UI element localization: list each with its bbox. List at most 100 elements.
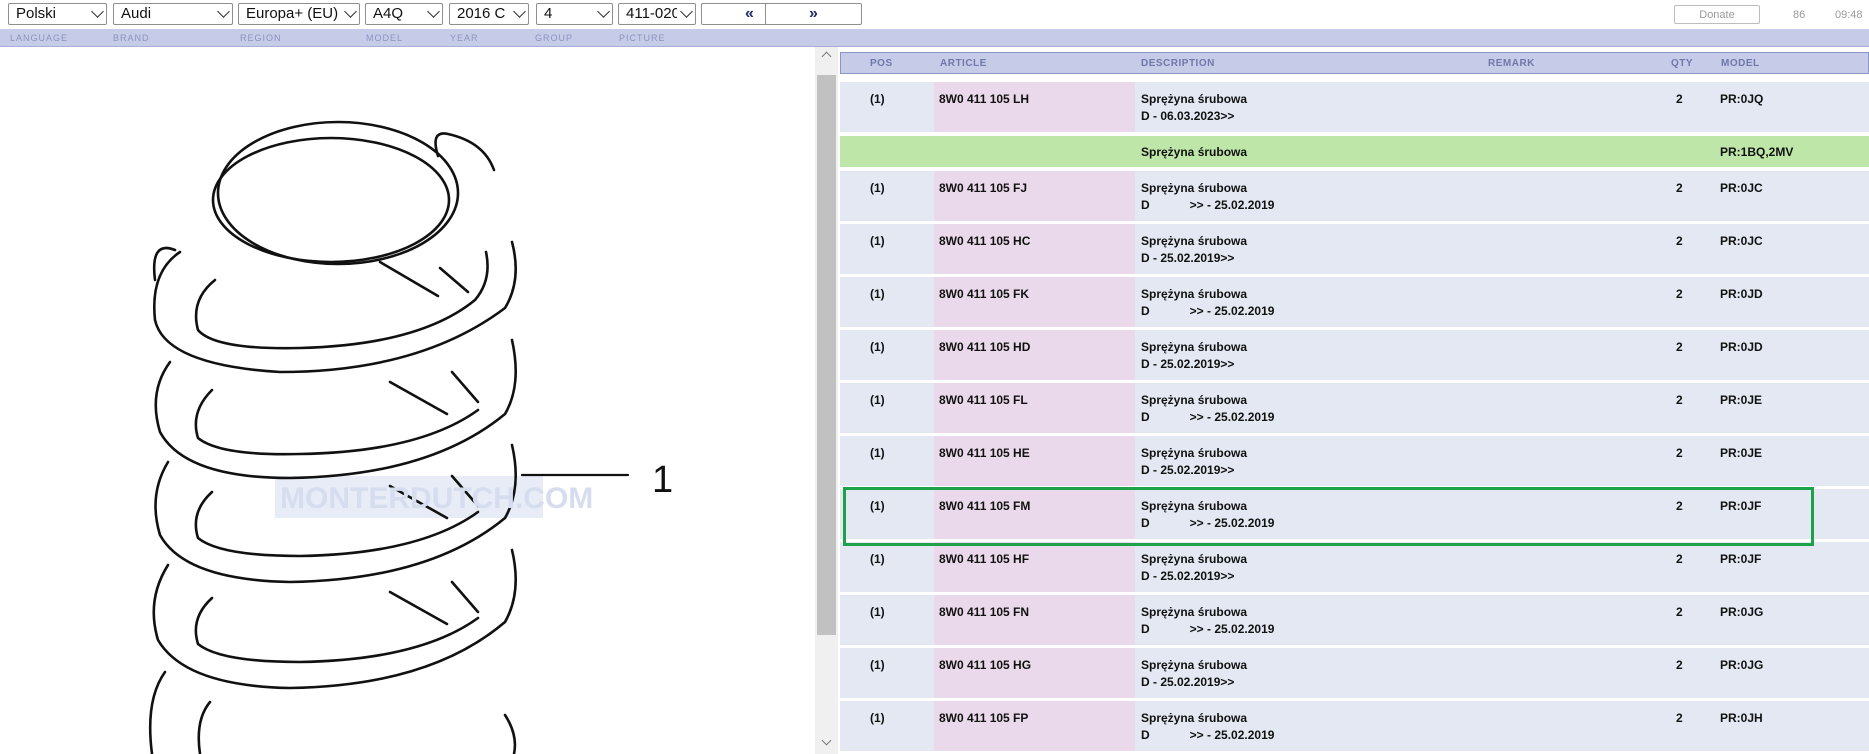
row-qty: 2 [1676,552,1683,566]
table-row[interactable]: (1) 8W0 411 105 HD Sprężyna śrubowa D - … [840,330,1869,380]
row-description-date: D >> - 25.02.2019 [1141,728,1275,742]
parts-table: POS ARTICLE DESCRIPTION REMARK QTY MODEL… [840,52,1869,754]
row-qty: 2 [1676,393,1683,407]
drawing-scrollbar[interactable] [815,47,838,754]
table-row[interactable]: (1) 8W0 411 105 HC Sprężyna śrubowa D - … [840,224,1869,274]
article-cell-bg [934,648,1135,698]
donate-button[interactable]: Donate [1674,5,1760,24]
brand-select[interactable]: Audi [113,3,233,25]
chevron-down-icon [513,5,526,18]
watermark-text: MONTERDUTCH.COM [280,482,593,515]
part-drawing: 1 MONTERDUTCH.COM [0,47,815,754]
row-model: PR:0JE [1720,393,1763,407]
table-row[interactable]: (1) 8W0 411 105 FP Sprężyna śrubowa D >>… [840,701,1869,751]
group-select-value: 4 [544,5,553,22]
year-select[interactable]: 2016 C [449,3,529,25]
language-select[interactable]: Polski [8,3,107,25]
picture-select[interactable]: 411-020 [618,3,696,25]
scroll-down-icon[interactable] [821,735,832,746]
scroll-up-icon[interactable] [821,51,832,62]
row-description-date: D - 25.02.2019>> [1141,675,1235,689]
header-qty: QTY [1671,58,1694,69]
row-model: PR:0JE [1720,446,1763,460]
table-row[interactable]: (1) 8W0 411 105 HE Sprężyna śrubowa D - … [840,436,1869,486]
row-pos: (1) [870,92,885,106]
row-model: PR:1BQ,2MV [1720,145,1794,159]
row-qty: 2 [1676,446,1683,460]
article-cell-bg [934,224,1135,274]
row-article[interactable]: 8W0 411 105 HE [939,446,1030,460]
chevron-down-icon [427,5,440,18]
row-description: Sprężyna śrubowa [1141,287,1248,301]
table-row[interactable]: (1) 8W0 411 105 FN Sprężyna śrubowa D >>… [840,595,1869,645]
row-description-date: D - 25.02.2019>> [1141,251,1235,265]
row-article[interactable]: 8W0 411 105 FP [939,711,1028,725]
row-pos: (1) [870,552,885,566]
article-cell-bg [934,330,1135,380]
next-picture-button[interactable]: » [765,3,862,25]
row-pos: (1) [870,393,885,407]
table-header: POS ARTICLE DESCRIPTION REMARK QTY MODEL [840,52,1869,74]
row-description-date: D - 25.02.2019>> [1141,463,1235,477]
clock: 09:48 [1835,9,1863,21]
row-qty: 2 [1676,340,1683,354]
coil-spring-illustration: 1 MONTERDUTCH.COM [148,120,673,754]
article-cell-bg [934,542,1135,592]
region-label: REGION [240,33,282,43]
chevron-down-icon [217,5,230,18]
row-description-date: D - 25.02.2019>> [1141,357,1235,371]
row-qty: 2 [1676,605,1683,619]
selector-labels: LANGUAGE BRAND REGION MODEL YEAR GROUP P… [0,29,1869,47]
row-article[interactable]: 8W0 411 105 FN [939,605,1029,619]
row-article[interactable]: 8W0 411 105 FL [939,393,1028,407]
row-model: PR:0JC [1720,181,1763,195]
region-select[interactable]: Europa+ (EU) [238,3,360,25]
table-row-group[interactable]: Sprężyna śrubowa PR:1BQ,2MV [840,136,1869,167]
row-article[interactable]: 8W0 411 105 FK [939,287,1029,301]
picture-select-value: 411-020 [626,5,677,22]
year-select-value: 2016 C [457,5,506,22]
row-article[interactable]: 8W0 411 105 HF [939,552,1029,566]
table-row[interactable]: (1) 8W0 411 105 FL Sprężyna śrubowa D >>… [840,383,1869,433]
brand-select-value: Audi [121,5,152,22]
table-row[interactable]: (1) 8W0 411 105 HG Sprężyna śrubowa D - … [840,648,1869,698]
scrollbar-thumb[interactable] [817,75,836,635]
year-label: YEAR [450,33,479,43]
row-pos: (1) [870,446,885,460]
article-cell-bg [934,595,1135,645]
chevron-down-icon [597,5,610,18]
article-cell-bg [934,383,1135,433]
brand-label: BRAND [113,33,150,43]
article-cell-bg [934,277,1135,327]
row-description: Sprężyna śrubowa [1141,393,1248,407]
article-cell-bg [934,436,1135,486]
row-model: PR:0JQ [1720,92,1764,106]
table-row[interactable]: (1) 8W0 411 105 LH Sprężyna śrubowa D - … [840,82,1869,132]
table-row[interactable]: (1) 8W0 411 105 HF Sprężyna śrubowa D - … [840,542,1869,592]
row-article[interactable]: 8W0 411 105 HG [939,658,1031,672]
region-select-value: Europa+ (EU) [246,5,339,22]
group-select[interactable]: 4 [536,3,613,25]
row-pos: (1) [870,287,885,301]
row-pos: (1) [870,711,885,725]
language-select-value: Polski [16,5,57,22]
row-article[interactable]: 8W0 411 105 HD [939,340,1030,354]
row-article[interactable]: 8W0 411 105 HC [939,234,1030,248]
row-article[interactable]: 8W0 411 105 FJ [939,181,1027,195]
table-row[interactable]: (1) 8W0 411 105 FK Sprężyna śrubowa D >>… [840,277,1869,327]
row-article[interactable]: 8W0 411 105 LH [939,92,1029,106]
visitor-count: 86 [1793,9,1806,21]
row-model: PR:0JG [1720,658,1764,672]
table-row[interactable]: (1) 8W0 411 105 FJ Sprężyna śrubowa D >>… [840,171,1869,221]
header-model: MODEL [1721,58,1760,69]
row-qty: 2 [1676,234,1683,248]
header-remark: REMARK [1488,58,1535,69]
row-qty: 2 [1676,711,1683,725]
model-select[interactable]: A4Q [365,3,443,25]
header-article: ARTICLE [940,58,987,69]
row-model: PR:0JH [1720,711,1763,725]
header-description: DESCRIPTION [1141,58,1215,69]
row-model: PR:0JD [1720,340,1763,354]
row-pos: (1) [870,234,885,248]
row-description: Sprężyna śrubowa [1141,92,1248,106]
